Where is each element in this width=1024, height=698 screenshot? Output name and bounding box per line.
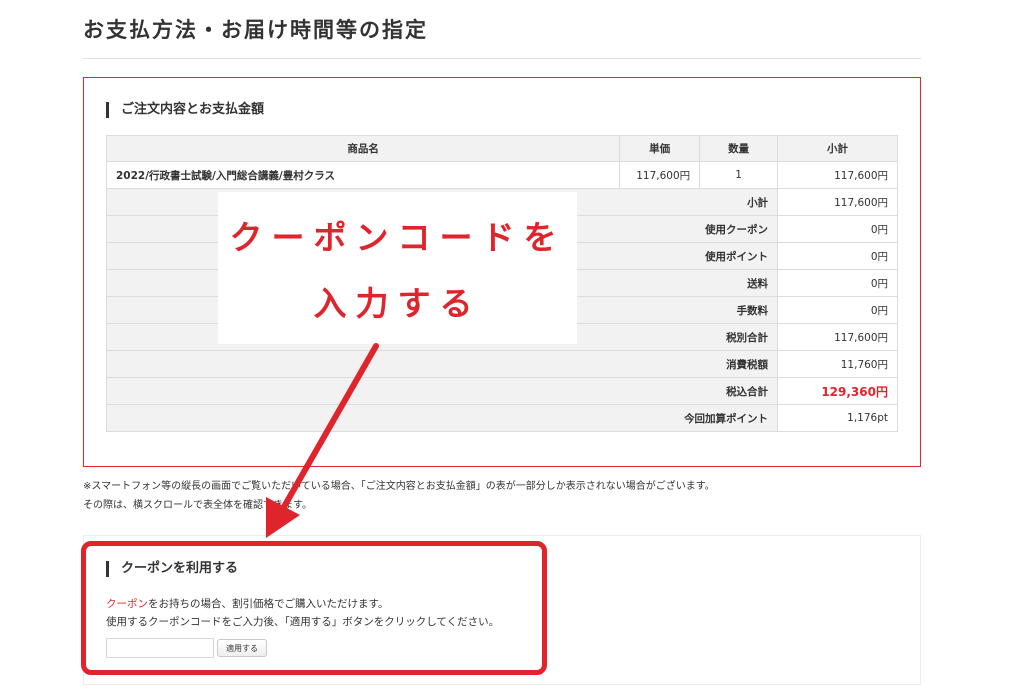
- item-name: 2022/行政書士試験/入門総合講義/豊村クラス: [105, 161, 621, 189]
- scroll-note-2: その際は、横スクロールで表全体を確認できます。: [83, 500, 312, 511]
- scroll-note: ※スマートフォン等の縦長の画面でご覧いただいている場合、「ご注文内容とお支払金額…: [83, 481, 715, 492]
- summary-value: 117,600円: [777, 323, 898, 351]
- header-subtotal: 小計: [777, 135, 898, 162]
- summary-value: 11,760円: [777, 350, 898, 378]
- annotation-line-2: 入力する: [313, 284, 482, 323]
- header-unit-price: 単価: [619, 135, 701, 162]
- title-divider: [83, 58, 921, 59]
- summary-row-points-earned: 今回加算ポイント 1,176pt: [105, 404, 898, 432]
- table-row: 2022/行政書士試験/入門総合講義/豊村クラス 117,600円 1 117,…: [105, 161, 898, 189]
- summary-label: 今回加算ポイント: [105, 404, 779, 432]
- summary-value: 1,176pt: [777, 404, 898, 432]
- page-title: お支払方法・お届け時間等の指定: [83, 18, 428, 42]
- table-header-row: 商品名 単価 数量 小計: [105, 135, 898, 162]
- item-quantity: 1: [699, 161, 779, 189]
- order-summary-heading: ご注文内容とお支払金額: [106, 102, 264, 118]
- annotation-highlight-frame: [81, 541, 547, 675]
- summary-value: 0円: [777, 269, 898, 297]
- summary-label: 消費税額: [105, 350, 779, 378]
- header-quantity: 数量: [699, 135, 779, 162]
- summary-row-tax: 消費税額 11,760円: [105, 350, 898, 378]
- summary-row-total: 税込合計 129,360円: [105, 377, 898, 405]
- annotation-callout: クーポンコードを 入力する: [218, 192, 577, 344]
- summary-value: 0円: [777, 242, 898, 270]
- total-amount: 129,360円: [777, 377, 898, 405]
- summary-value: 117,600円: [777, 188, 898, 216]
- item-unit-price: 117,600円: [619, 161, 701, 189]
- summary-value: 0円: [777, 296, 898, 324]
- annotation-line-1: クーポンコードを: [229, 218, 566, 257]
- summary-value: 0円: [777, 215, 898, 243]
- summary-label: 税込合計: [105, 377, 779, 405]
- header-product-name: 商品名: [105, 135, 621, 162]
- item-subtotal: 117,600円: [777, 161, 898, 189]
